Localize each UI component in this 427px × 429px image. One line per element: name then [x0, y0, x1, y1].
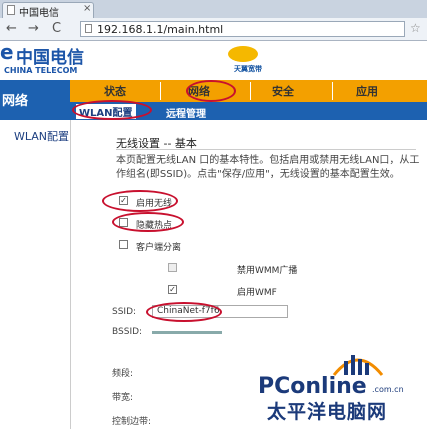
left-panel: WLAN配置: [0, 120, 71, 429]
left-nav-header: 网络: [0, 80, 70, 120]
sideband-label: 控制边带:: [112, 417, 152, 427]
menu-item-status[interactable]: 状态: [90, 83, 140, 99]
watermark-brand: PConline: [258, 374, 367, 399]
left-nav-title: 网络: [2, 94, 29, 109]
watermark-cn: 太平洋电脑网: [267, 401, 388, 423]
reload-icon[interactable]: C: [52, 21, 61, 36]
browser-toolbar: ← → C 192.168.1.1/main.html ☆: [0, 18, 427, 41]
menu-item-security[interactable]: 安全: [258, 83, 308, 99]
bandwidth-label: 带宽:: [112, 393, 134, 403]
enable-wmf-checkbox[interactable]: [168, 285, 177, 294]
annotation-ring-enable: [102, 190, 178, 212]
china-telecom-english: CHINA TELECOM: [4, 66, 78, 75]
annotation-ring-network: [186, 80, 236, 102]
annotation-ring-wlan: [72, 100, 152, 120]
menu-divider: [160, 82, 161, 100]
address-bar[interactable]: 192.168.1.1/main.html: [80, 21, 405, 37]
channel-label: 频段:: [112, 369, 134, 379]
back-arrow-icon[interactable]: ←: [6, 21, 17, 36]
bookmark-star-icon[interactable]: ☆: [410, 21, 421, 35]
ssid-label: SSID:: [112, 307, 137, 317]
enable-wmf-label: 启用WMF: [237, 288, 277, 298]
sidebar-item-wlan-config[interactable]: WLAN配置: [14, 128, 69, 144]
tab-remote-management[interactable]: 远程管理: [166, 105, 206, 120]
bssid-value: [152, 331, 222, 334]
client-isolation-label: 客户端分离: [136, 243, 182, 253]
forward-arrow-icon[interactable]: →: [28, 21, 39, 36]
browser-tab-bar: 中国电信 ×: [0, 0, 427, 19]
annotation-ring-hide: [112, 212, 184, 232]
tianyi-logo-icon: [228, 46, 258, 62]
menu-divider: [250, 82, 251, 100]
bssid-label: BSSID:: [112, 327, 143, 337]
section-divider: [116, 149, 416, 150]
china-telecom-logo-text: 中国电信: [16, 48, 84, 68]
page-icon: [85, 24, 92, 33]
client-isolation-checkbox[interactable]: [119, 240, 128, 249]
tab-title: 中国电信: [19, 8, 59, 19]
disable-wmm-checkbox[interactable]: [168, 263, 177, 272]
annotation-ring-ssid: [146, 302, 222, 322]
menu-item-apps[interactable]: 应用: [342, 83, 392, 99]
browser-tab[interactable]: 中国电信 ×: [2, 2, 94, 19]
address-url: 192.168.1.1/main.html: [97, 23, 224, 36]
section-description: 本页配置无线LAN 口的基本特性。包括启用或禁用无线LAN口，从工作组名(即SS…: [116, 155, 420, 180]
watermark-domain: .com.cn: [372, 385, 404, 394]
page-icon: [7, 5, 15, 15]
top-menu: 状态 网络 安全 应用: [70, 80, 427, 102]
disable-wmm-label: 禁用WMM广播: [237, 266, 298, 276]
menu-divider: [332, 82, 333, 100]
tab-close-icon[interactable]: ×: [83, 3, 91, 14]
china-telecom-logo-icon: e: [0, 40, 14, 64]
tianyi-brand-text: 天翼宽带: [234, 65, 262, 73]
